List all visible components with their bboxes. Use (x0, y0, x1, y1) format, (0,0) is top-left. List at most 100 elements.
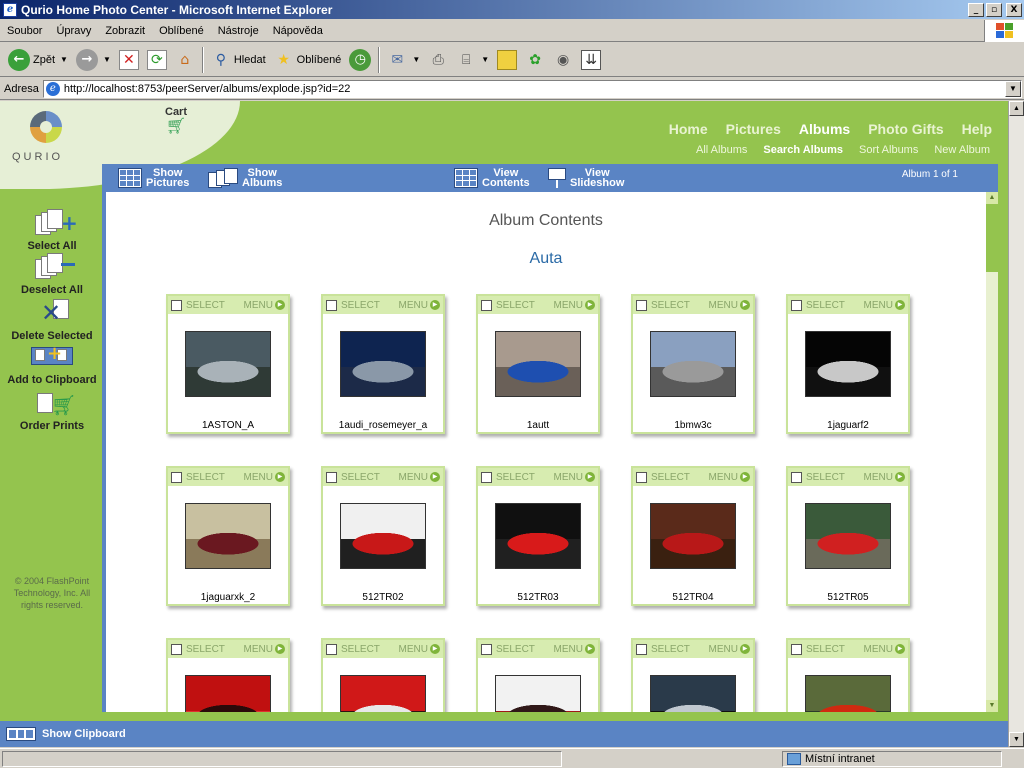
refresh-button[interactable]: ⟳ (143, 46, 171, 74)
select-checkbox[interactable] (171, 471, 182, 483)
messenger-button[interactable]: ◉ (549, 46, 577, 74)
select-label[interactable]: SELECT (341, 300, 399, 311)
scroll-up-icon[interactable]: ▲ (986, 192, 998, 204)
forward-dropdown-icon[interactable]: ▼ (103, 55, 111, 64)
photo-thumbnail[interactable] (185, 331, 271, 397)
photo-card[interactable]: SELECT MENU ▶ (476, 638, 600, 712)
photo-menu-button[interactable]: MENU ▶ (864, 472, 905, 483)
photo-card[interactable]: SELECT MENU ▶ 1jaguarf2 (786, 294, 910, 434)
menu-edit[interactable]: Úpravy (49, 25, 98, 37)
photo-thumbnail[interactable] (340, 331, 426, 397)
select-label[interactable]: SELECT (341, 644, 399, 655)
photo-card[interactable]: SELECT MENU ▶ 512TR05 (786, 466, 910, 606)
photo-menu-button[interactable]: MENU ▶ (399, 644, 440, 655)
view-slideshow-button[interactable]: View Slideshow (548, 168, 624, 189)
photo-menu-button[interactable]: MENU ▶ (709, 644, 750, 655)
photo-thumbnail[interactable] (650, 675, 736, 712)
delete-selected-button[interactable]: ✕ Delete Selected (0, 297, 104, 342)
photo-menu-button[interactable]: MENU ▶ (399, 472, 440, 483)
photo-thumbnail[interactable] (495, 503, 581, 569)
select-checkbox[interactable] (481, 471, 492, 483)
photo-thumbnail[interactable] (805, 503, 891, 569)
menu-help[interactable]: Nápověda (266, 25, 330, 37)
nav-help[interactable]: Help (962, 121, 992, 137)
nav-pictures[interactable]: Pictures (726, 121, 781, 137)
photo-card[interactable]: SELECT MENU ▶ 1autt (476, 294, 600, 434)
subnav-search-albums[interactable]: Search Albums (763, 144, 843, 156)
select-label[interactable]: SELECT (806, 472, 864, 483)
photo-card[interactable]: SELECT MENU ▶ (321, 638, 445, 712)
favorites-button[interactable]: ★ Oblíbené (270, 46, 346, 74)
photo-card[interactable]: SELECT MENU ▶ (786, 638, 910, 712)
select-checkbox[interactable] (791, 299, 802, 311)
select-label[interactable]: SELECT (496, 300, 554, 311)
order-prints-button[interactable]: 🛒︎ Order Prints (0, 387, 104, 432)
subnav-sort-albums[interactable]: Sort Albums (859, 144, 918, 156)
page-scroll-down-icon[interactable]: ▼ (1009, 732, 1024, 747)
photo-card[interactable]: SELECT MENU ▶ 512TR03 (476, 466, 600, 606)
photo-thumbnail[interactable] (185, 503, 271, 569)
deselect-all-button[interactable]: Deselect All (0, 251, 104, 296)
photo-thumbnail[interactable] (495, 331, 581, 397)
address-url[interactable]: http://localhost:8753/peerServer/albums/… (64, 83, 1005, 95)
photo-thumbnail[interactable] (805, 331, 891, 397)
search-button[interactable]: ⚲ Hledat (207, 46, 270, 74)
select-checkbox[interactable] (326, 471, 337, 483)
photo-thumbnail[interactable] (650, 503, 736, 569)
select-all-button[interactable]: + Select All (0, 207, 104, 252)
photo-thumbnail[interactable] (650, 331, 736, 397)
photo-menu-button[interactable]: MENU ▶ (709, 472, 750, 483)
discuss-button[interactable] (493, 46, 521, 74)
cart-link[interactable]: Cart 🛒︎ (165, 106, 187, 134)
forward-button[interactable]: → ▼ (72, 46, 115, 74)
extra-button[interactable]: ⇊ (577, 46, 605, 74)
show-albums-button[interactable]: Show Albums (208, 168, 282, 189)
icq-button[interactable]: ✿ (521, 46, 549, 74)
photo-menu-button[interactable]: MENU ▶ (554, 644, 595, 655)
photo-thumbnail[interactable] (340, 675, 426, 712)
photo-thumbnail[interactable] (185, 675, 271, 712)
select-label[interactable]: SELECT (186, 300, 244, 311)
select-checkbox[interactable] (791, 643, 802, 655)
photo-card[interactable]: SELECT MENU ▶ 1bmw3c (631, 294, 755, 434)
address-dropdown-icon[interactable]: ▼ (1005, 80, 1021, 97)
home-button[interactable]: ⌂ (171, 46, 199, 74)
back-button[interactable]: ← Zpět ▼ (4, 46, 72, 74)
photo-menu-button[interactable]: MENU ▶ (244, 472, 285, 483)
photo-thumbnail[interactable] (495, 675, 581, 712)
photo-card[interactable]: SELECT MENU ▶ 1audi_rosemeyer_a (321, 294, 445, 434)
photo-menu-button[interactable]: MENU ▶ (554, 472, 595, 483)
nav-albums[interactable]: Albums (799, 121, 850, 137)
print-button[interactable]: ⎙ (424, 46, 452, 74)
scroll-down-icon[interactable]: ▼ (986, 700, 998, 712)
select-checkbox[interactable] (481, 643, 492, 655)
photo-card[interactable]: SELECT MENU ▶ 1jaguarxk_2 (166, 466, 290, 606)
subnav-new-album[interactable]: New Album (934, 144, 990, 156)
select-checkbox[interactable] (171, 643, 182, 655)
select-checkbox[interactable] (326, 299, 337, 311)
photo-thumbnail[interactable] (340, 503, 426, 569)
edit-dropdown-icon[interactable]: ▼ (481, 55, 489, 64)
nav-photo-gifts[interactable]: Photo Gifts (868, 121, 943, 137)
select-label[interactable]: SELECT (496, 472, 554, 483)
select-label[interactable]: SELECT (806, 300, 864, 311)
select-label[interactable]: SELECT (806, 644, 864, 655)
select-checkbox[interactable] (636, 471, 647, 483)
select-checkbox[interactable] (171, 299, 182, 311)
address-input[interactable]: e http://localhost:8753/peerServer/album… (42, 79, 1022, 98)
select-label[interactable]: SELECT (651, 472, 709, 483)
page-scroll-up-icon[interactable]: ▲ (1009, 101, 1024, 116)
subnav-all-albums[interactable]: All Albums (696, 144, 747, 156)
menu-view[interactable]: Zobrazit (98, 25, 152, 37)
photo-menu-button[interactable]: MENU ▶ (244, 300, 285, 311)
minimize-button[interactable]: _ (968, 2, 984, 17)
show-clipboard-bar[interactable]: Show Clipboard (0, 721, 1008, 747)
photo-card[interactable]: SELECT MENU ▶ 1ASTON_A (166, 294, 290, 434)
mail-button[interactable]: ✉ ▼ (383, 46, 424, 74)
nav-home[interactable]: Home (669, 121, 708, 137)
select-label[interactable]: SELECT (186, 472, 244, 483)
edit-button[interactable]: ⌸ ▼ (452, 46, 493, 74)
page-scrollbar[interactable]: ▲ ▼ (1008, 101, 1024, 747)
photo-card[interactable]: SELECT MENU ▶ 512TR04 (631, 466, 755, 606)
menu-tools[interactable]: Nástroje (211, 25, 266, 37)
